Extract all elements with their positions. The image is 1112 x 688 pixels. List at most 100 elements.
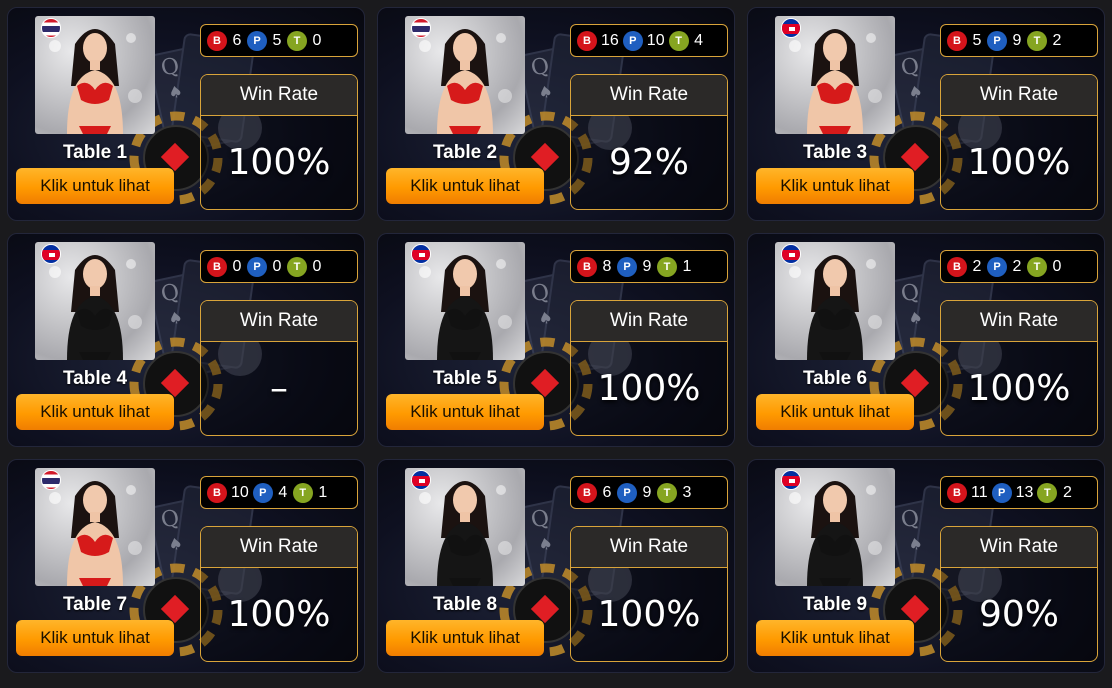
table-card-7: Q ♠ Table 7 Klik untuk lihat B 10 P 4 T … (7, 459, 365, 673)
win-rate-panel: Win Rate 100% (570, 526, 728, 662)
win-rate-label: Win Rate (571, 527, 727, 568)
banker-badge: B (947, 482, 967, 503)
banker-badge: B (207, 30, 227, 51)
view-table-button[interactable]: Klik untuk lihat (386, 620, 544, 656)
banker-count: 0 (232, 257, 242, 275)
player-count: 10 (646, 31, 665, 49)
win-rate-value: 100% (227, 142, 331, 183)
table-name: Table 8 (432, 594, 498, 615)
win-rate-panel: Win Rate 90% (940, 526, 1098, 662)
win-rate-label: Win Rate (201, 527, 357, 568)
banker-count: 8 (602, 257, 612, 275)
dealer-photo (405, 16, 525, 134)
results-bar: B 10 P 4 T 1 (200, 476, 358, 509)
win-rate-label: Win Rate (201, 75, 357, 116)
player-count: 13 (1015, 483, 1034, 501)
results-bar: B 5 P 9 T 2 (940, 24, 1098, 57)
banker-badge: B (947, 256, 967, 277)
player-count: 9 (642, 483, 652, 501)
tie-badge: T (1027, 30, 1047, 51)
dealer-photo (775, 16, 895, 134)
banker-badge: B (577, 30, 597, 51)
table-name: Table 5 (432, 368, 498, 389)
player-count: 5 (272, 31, 282, 49)
tie-badge: T (287, 256, 307, 277)
view-table-button[interactable]: Klik untuk lihat (386, 394, 544, 430)
banker-badge: B (577, 256, 597, 277)
player-badge: P (617, 256, 637, 277)
tie-count: 1 (318, 483, 328, 501)
view-table-button[interactable]: Klik untuk lihat (16, 168, 174, 204)
thailand-flag-icon (41, 18, 61, 38)
win-rate-value: 100% (597, 368, 701, 409)
table-card-6: Q ♠ Table 6 Klik untuk lihat B 2 P 2 T 0… (747, 233, 1105, 447)
table-card-2: Q ♠ Table 2 Klik untuk lihat B 16 P 10 T… (377, 7, 735, 221)
win-rate-value: 100% (227, 594, 331, 635)
win-rate-label: Win Rate (941, 75, 1097, 116)
player-badge: P (617, 482, 637, 503)
tie-count: 3 (682, 483, 692, 501)
player-badge: P (987, 30, 1007, 51)
cambodia-flag-icon (781, 244, 801, 264)
tie-count: 2 (1062, 483, 1072, 501)
table-name: Table 1 (62, 142, 128, 163)
results-bar: B 6 P 5 T 0 (200, 24, 358, 57)
player-badge: P (247, 30, 267, 51)
player-count: 4 (278, 483, 288, 501)
banker-count: 5 (972, 31, 982, 49)
win-rate-panel: Win Rate 100% (200, 74, 358, 210)
dealer-photo (775, 468, 895, 586)
tie-badge: T (657, 256, 677, 277)
win-rate-label: Win Rate (571, 301, 727, 342)
win-rate-panel: Win Rate 100% (570, 300, 728, 436)
thailand-flag-icon (41, 470, 61, 490)
cambodia-flag-icon (411, 470, 431, 490)
win-rate-value: 100% (967, 142, 1071, 183)
results-bar: B 16 P 10 T 4 (570, 24, 728, 57)
player-badge: P (991, 482, 1012, 503)
view-table-button[interactable]: Klik untuk lihat (756, 620, 914, 656)
tie-badge: T (287, 30, 307, 51)
cambodia-flag-icon (781, 18, 801, 38)
results-bar: B 11 P 13 T 2 (940, 476, 1098, 509)
win-rate-panel: Win Rate 100% (200, 526, 358, 662)
table-name: Table 3 (802, 142, 868, 163)
table-name: Table 2 (432, 142, 498, 163)
player-count: 9 (642, 257, 652, 275)
view-table-button[interactable]: Klik untuk lihat (756, 394, 914, 430)
win-rate-value: – (270, 368, 288, 409)
win-rate-label: Win Rate (941, 527, 1097, 568)
view-table-button[interactable]: Klik untuk lihat (386, 168, 544, 204)
cambodia-flag-icon (41, 244, 61, 264)
banker-badge: B (207, 482, 227, 503)
banker-count: 10 (231, 483, 249, 501)
banker-badge: B (577, 482, 597, 503)
dealer-photo (35, 16, 155, 134)
table-name: Table 4 (62, 368, 128, 389)
win-rate-panel: Win Rate – (200, 300, 358, 436)
tie-count: 2 (1052, 31, 1062, 49)
player-badge: P (247, 256, 267, 277)
banker-badge: B (207, 256, 227, 277)
table-card-4: Q ♠ Table 4 Klik untuk lihat B 0 P 0 T 0… (7, 233, 365, 447)
table-card-9: Q ♠ Table 9 Klik untuk lihat B 11 P 13 T… (747, 459, 1105, 673)
win-rate-panel: Win Rate 100% (940, 300, 1098, 436)
win-rate-value: 90% (978, 594, 1059, 635)
view-table-button[interactable]: Klik untuk lihat (756, 168, 914, 204)
player-badge: P (252, 482, 273, 503)
results-bar: B 8 P 9 T 1 (570, 250, 728, 283)
table-name: Table 9 (802, 594, 868, 615)
tie-count: 4 (694, 31, 704, 49)
results-bar: B 0 P 0 T 0 (200, 250, 358, 283)
tie-badge: T (292, 482, 313, 503)
view-table-button[interactable]: Klik untuk lihat (16, 620, 174, 656)
win-rate-panel: Win Rate 92% (570, 74, 728, 210)
cambodia-flag-icon (411, 244, 431, 264)
dealer-photo (405, 468, 525, 586)
view-table-button[interactable]: Klik untuk lihat (16, 394, 174, 430)
tie-count: 0 (312, 257, 322, 275)
dealer-photo (775, 242, 895, 360)
table-name: Table 6 (802, 368, 868, 389)
results-bar: B 2 P 2 T 0 (940, 250, 1098, 283)
win-rate-value: 100% (967, 368, 1071, 409)
